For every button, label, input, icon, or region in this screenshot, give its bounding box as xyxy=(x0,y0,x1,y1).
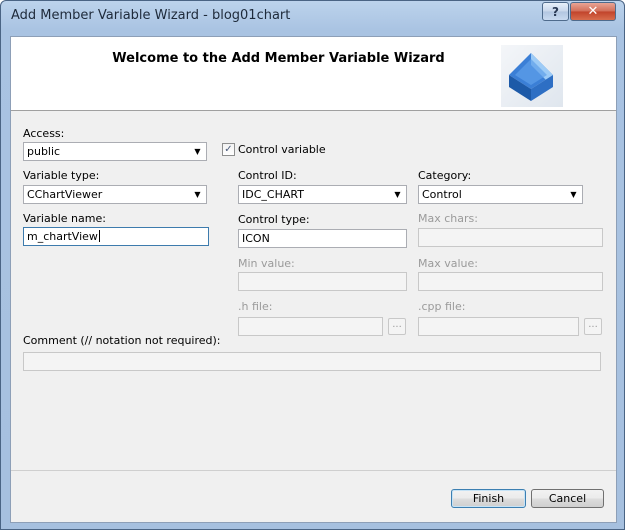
access-combo[interactable]: public ▼ xyxy=(23,142,207,161)
close-icon: ✕ xyxy=(587,4,599,19)
chevron-down-icon: ▼ xyxy=(194,147,201,156)
comment-label: Comment (// notation not required): xyxy=(23,334,221,347)
cpp-file-label: .cpp file: xyxy=(418,300,466,313)
variable-type-value: CChartViewer xyxy=(27,188,103,201)
control-type-field[interactable]: ICON xyxy=(238,229,407,248)
close-button[interactable]: ✕ xyxy=(570,2,616,21)
control-id-combo[interactable]: IDC_CHART ▼ xyxy=(238,185,407,204)
control-id-label: Control ID: xyxy=(238,169,297,182)
min-value-label: Min value: xyxy=(238,257,295,270)
title-bar[interactable]: Add Member Variable Wizard - blog01chart… xyxy=(1,1,624,31)
control-variable-label[interactable]: Control variable xyxy=(238,143,326,156)
h-file-input[interactable] xyxy=(238,317,383,336)
window-title: Add Member Variable Wizard - blog01chart xyxy=(11,8,291,23)
wizard-title: Welcome to the Add Member Variable Wizar… xyxy=(112,51,445,66)
help-button[interactable]: ? xyxy=(542,2,569,21)
chevron-down-icon: ▼ xyxy=(194,190,201,199)
cpp-file-input[interactable] xyxy=(418,317,579,336)
h-file-label: .h file: xyxy=(238,300,273,313)
wizard-cube-icon xyxy=(501,45,563,107)
control-type-value: ICON xyxy=(242,232,270,245)
variable-type-label: Variable type: xyxy=(23,169,100,182)
max-chars-input[interactable] xyxy=(418,228,603,247)
finish-button[interactable]: Finish xyxy=(451,489,526,508)
comment-input[interactable] xyxy=(23,352,601,371)
category-label: Category: xyxy=(418,169,472,182)
min-value-input[interactable] xyxy=(238,272,407,291)
max-value-input[interactable] xyxy=(418,272,603,291)
control-type-label: Control type: xyxy=(238,213,310,226)
access-label: Access: xyxy=(23,127,65,140)
h-file-browse-button[interactable]: ... xyxy=(388,318,406,335)
wizard-window: Add Member Variable Wizard - blog01chart… xyxy=(0,0,625,530)
category-value: Control xyxy=(422,188,462,201)
dialog-body: Welcome to the Add Member Variable Wizar… xyxy=(10,36,617,523)
variable-name-value: m_chartView xyxy=(27,230,98,243)
access-value: public xyxy=(27,145,61,158)
variable-name-input[interactable]: m_chartView xyxy=(23,227,209,246)
footer-divider xyxy=(11,470,616,471)
max-chars-label: Max chars: xyxy=(418,212,478,225)
variable-name-label: Variable name: xyxy=(23,212,106,225)
control-variable-checkbox[interactable]: ✓ xyxy=(222,143,235,156)
cpp-file-browse-button[interactable]: ... xyxy=(584,318,602,335)
category-combo[interactable]: Control ▼ xyxy=(418,185,583,204)
cancel-button[interactable]: Cancel xyxy=(531,489,604,508)
chevron-down-icon: ▼ xyxy=(570,190,577,199)
text-caret xyxy=(98,230,100,242)
chevron-down-icon: ▼ xyxy=(394,190,401,199)
help-icon: ? xyxy=(552,4,559,19)
max-value-label: Max value: xyxy=(418,257,478,270)
wizard-header: Welcome to the Add Member Variable Wizar… xyxy=(11,37,616,111)
variable-type-combo[interactable]: CChartViewer ▼ xyxy=(23,185,207,204)
control-id-value: IDC_CHART xyxy=(242,188,304,201)
